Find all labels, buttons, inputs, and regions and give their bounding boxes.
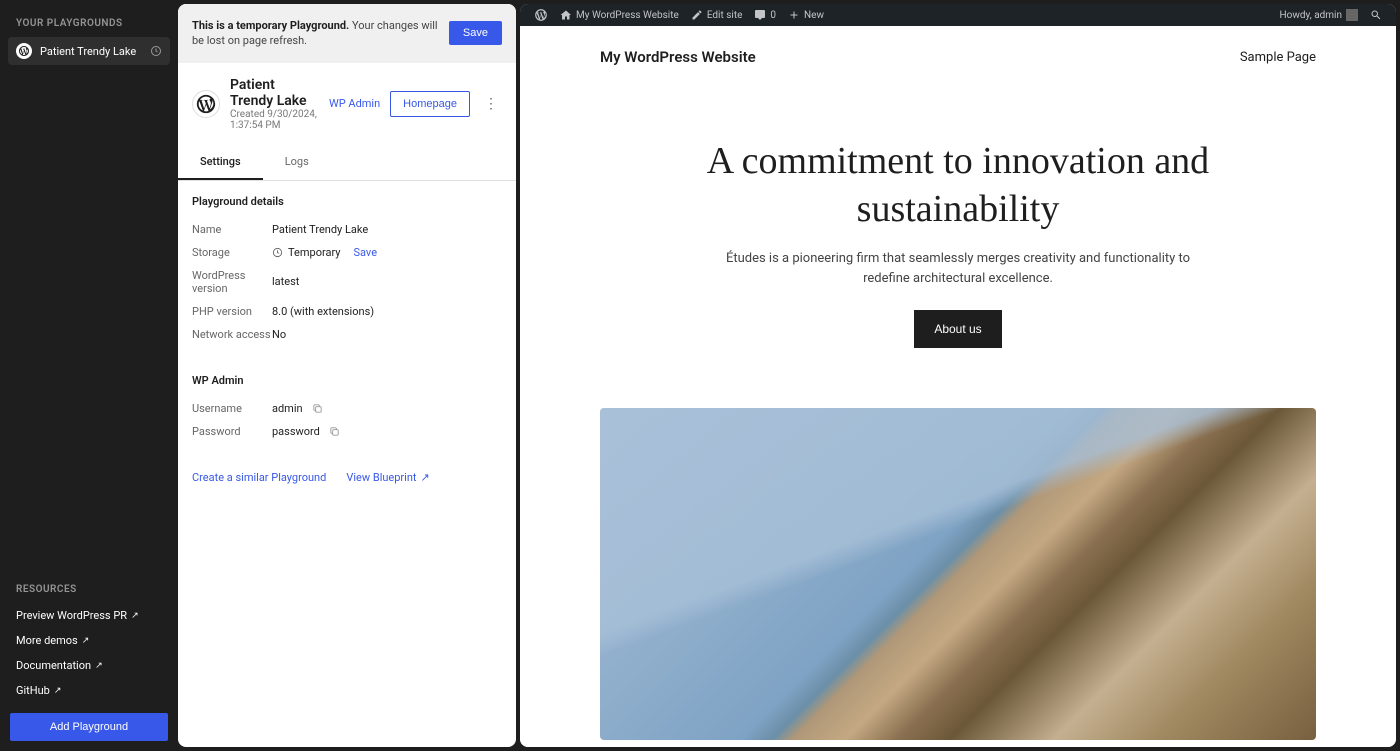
resource-documentation[interactable]: Documentation↗ [16,653,162,678]
resource-github[interactable]: GitHub↗ [16,678,162,703]
clock-icon [272,247,283,258]
banner-text: This is a temporary Playground. Your cha… [192,18,439,49]
wordpress-icon [192,90,220,118]
copy-icon[interactable] [312,403,323,414]
detail-name: Name Patient Trendy Lake [192,218,502,241]
external-icon: ↗ [82,636,90,646]
ab-howdy[interactable]: Howdy, admin [1274,9,1364,21]
hero-subtitle: Études is a pioneering firm that seamles… [708,249,1208,288]
storage-save-link[interactable]: Save [354,246,378,259]
detail-password: Password password [192,420,502,443]
add-playground-button[interactable]: Add Playground [10,713,168,741]
site-preview: My WordPress Website Edit site 0 New How… [520,4,1396,747]
homepage-button[interactable]: Homepage [390,91,470,117]
tab-logs[interactable]: Logs [263,145,331,180]
temporary-banner: This is a temporary Playground. Your cha… [178,4,516,63]
detail-php-version: PHP version 8.0 (with extensions) [192,300,502,323]
wp-admin-bar: My WordPress Website Edit site 0 New How… [520,4,1396,26]
nav-sample-page[interactable]: Sample Page [1240,50,1316,65]
hero-image [600,408,1316,740]
ab-new[interactable]: New [782,9,830,21]
more-menu-button[interactable]: ⋮ [480,91,502,116]
playground-created: Created 9/30/2024, 1:37:54 PM [230,109,319,131]
sidebar-playground-item[interactable]: Patient Trendy Lake [8,37,170,65]
create-similar-link[interactable]: Create a similar Playground [192,471,326,484]
wp-admin-link[interactable]: WP Admin [329,97,380,110]
detail-username: Username admin [192,397,502,420]
site-title[interactable]: My WordPress Website [600,48,756,66]
hero-section: A commitment to innovation and sustainab… [520,88,1396,368]
external-icon: ↗ [131,611,139,621]
plus-icon [788,9,800,21]
pencil-icon [691,9,703,21]
home-icon [560,9,572,21]
ab-site-name[interactable]: My WordPress Website [554,9,685,21]
comment-icon [754,9,766,21]
tab-settings[interactable]: Settings [178,145,263,180]
external-icon: ↗ [95,661,103,671]
resource-preview-pr[interactable]: Preview WordPress PR↗ [16,603,162,628]
search-icon [1370,9,1382,21]
site-header: My WordPress Website Sample Page [520,26,1396,88]
details-panel: This is a temporary Playground. Your cha… [178,4,516,747]
banner-save-button[interactable]: Save [449,21,502,45]
playgrounds-heading: YOUR PLAYGROUNDS [0,0,178,37]
detail-storage: Storage Temporary Save [192,241,502,264]
detail-wp-version: WordPress version latest [192,264,502,300]
ab-wordpress[interactable] [528,8,554,22]
ab-edit-site[interactable]: Edit site [685,9,749,21]
ab-comments[interactable]: 0 [748,9,782,21]
clock-icon [150,45,162,57]
playground-title: Patient Trendy Lake [230,77,319,109]
panel-tabs: Settings Logs [178,145,516,181]
ab-search[interactable] [1364,9,1388,21]
view-blueprint-link[interactable]: View Blueprint ↗ [346,471,429,484]
about-us-button[interactable]: About us [914,310,1001,348]
playground-item-name: Patient Trendy Lake [40,45,150,58]
copy-icon[interactable] [329,426,340,437]
wpadmin-heading: WP Admin [192,374,502,387]
site-content[interactable]: My WordPress Website Sample Page A commi… [520,26,1396,747]
hero-title: A commitment to innovation and sustainab… [658,138,1258,233]
sidebar: YOUR PLAYGROUNDS Patient Trendy Lake RES… [0,0,178,751]
external-icon: ↗ [54,686,62,696]
wordpress-icon [16,43,32,59]
detail-network: Network access No [192,323,502,346]
avatar [1346,9,1358,21]
resources-heading: RESOURCES [0,566,178,603]
external-icon: ↗ [421,471,430,484]
details-heading: Playground details [192,195,502,208]
playground-header: Patient Trendy Lake Created 9/30/2024, 1… [178,63,516,145]
resource-more-demos[interactable]: More demos↗ [16,628,162,653]
